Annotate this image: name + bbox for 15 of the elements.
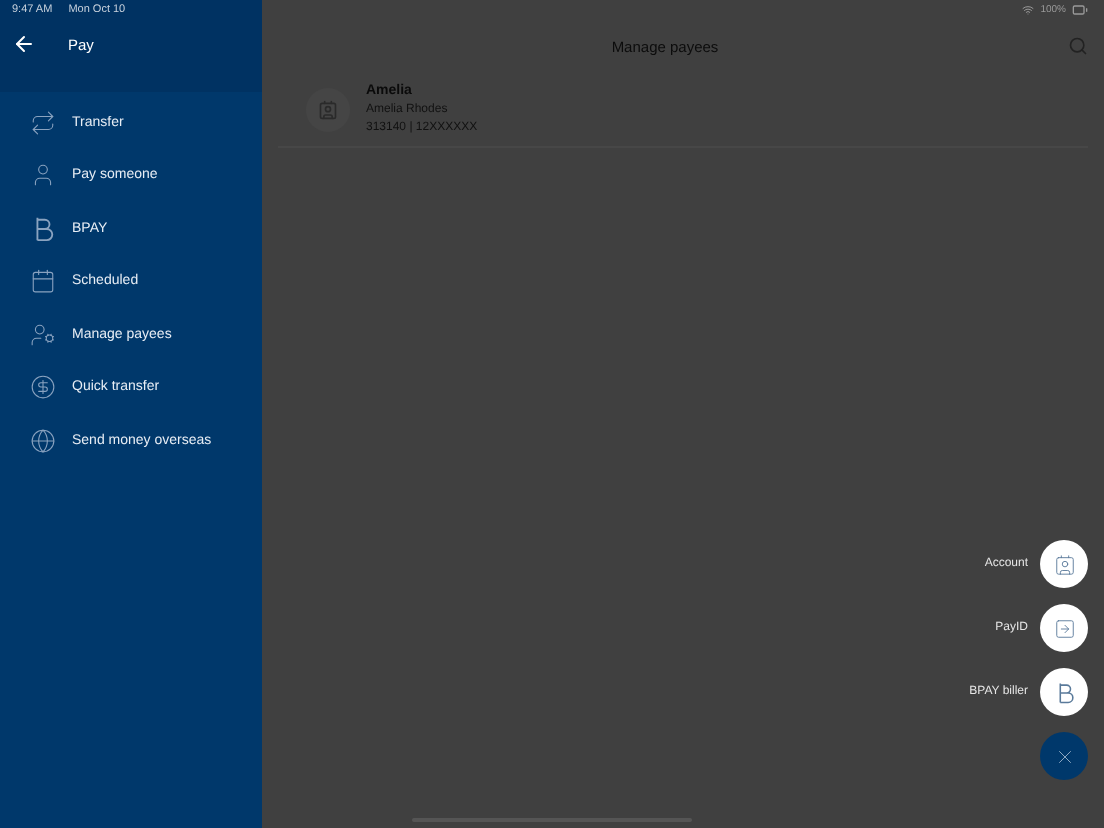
action-button[interactable] xyxy=(1040,604,1088,652)
action-button[interactable] xyxy=(1040,540,1088,588)
person-gear-icon xyxy=(30,321,56,348)
calendar-icon xyxy=(30,268,56,295)
globe-icon xyxy=(30,427,56,454)
repeat-icon xyxy=(30,109,56,136)
back-icon[interactable] xyxy=(12,32,36,56)
wifi-icon xyxy=(1022,4,1035,16)
battery-icon xyxy=(1072,2,1088,18)
action-button[interactable] xyxy=(1040,668,1088,716)
avatar-icon xyxy=(306,87,350,131)
person-icon xyxy=(30,162,56,189)
close-icon xyxy=(1053,745,1075,767)
coin-icon xyxy=(30,374,56,401)
contact-icon xyxy=(1053,553,1075,575)
